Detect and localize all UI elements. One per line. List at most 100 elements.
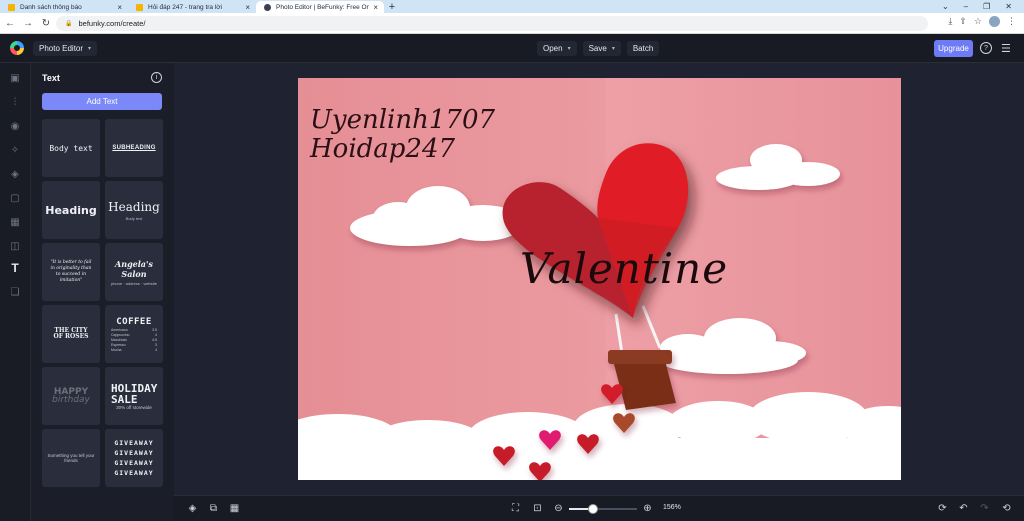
canvas-text-top[interactable]: Uyenlinh1707 Hoidap247 [310, 106, 495, 164]
address-bar-actions: ⤓ ⇪ ☆ ⋮ [948, 16, 1016, 27]
tab-title: Photo Editor | BeFunky: Free Onl [276, 3, 370, 11]
canvas-text-line-1: Uyenlinh1707 [310, 105, 496, 135]
install-icon[interactable]: ⤓ [948, 16, 952, 27]
befunky-logo-icon[interactable] [10, 41, 24, 55]
batch-button[interactable]: Batch [626, 41, 660, 56]
textures-icon[interactable]: ❏ [8, 285, 22, 299]
text-tool-icon[interactable]: T [8, 261, 22, 275]
template-label: Something you tell your friends [47, 453, 95, 463]
canvas-text-valentine[interactable]: Valentine [520, 244, 728, 293]
share-icon[interactable]: ⇪ [959, 16, 967, 27]
new-tab-icon[interactable]: + [384, 1, 400, 13]
tab-search-icon[interactable]: ⌄ [942, 2, 949, 11]
upgrade-button[interactable]: Upgrade [934, 40, 973, 57]
forward-icon[interactable]: → [20, 18, 36, 29]
template-heading-bold[interactable]: Heading [42, 181, 100, 239]
chevron-down-icon: ▾ [567, 46, 571, 52]
compare-icon[interactable]: ⧉ [207, 502, 220, 515]
reload-icon[interactable]: ↻ [38, 18, 54, 29]
zoom-slider[interactable] [569, 504, 637, 514]
bookmark-star-icon[interactable]: ☆ [974, 16, 982, 27]
back-icon[interactable]: ← [2, 18, 18, 29]
info-icon[interactable]: i [151, 72, 162, 83]
template-label: Body text [49, 143, 93, 153]
hamburger-menu-icon[interactable]: ☰ [1001, 42, 1011, 55]
adjust-sliders-icon[interactable]: ⫶ [8, 95, 22, 109]
tab-favicon-icon [8, 3, 15, 11]
frames-icon[interactable]: ▢ [8, 191, 22, 205]
template-city-of-roses[interactable]: THE CITY OF ROSES [42, 305, 100, 363]
browser-tab-1[interactable]: Danh sách thông báo × [0, 1, 128, 13]
template-subheading[interactable]: SUBHEADING [105, 119, 163, 177]
product-switcher[interactable]: Photo Editor ▾ [33, 41, 98, 56]
tab-favicon-icon [264, 3, 271, 11]
zoom-in-icon[interactable]: ⊕ [641, 502, 654, 515]
reset-icon[interactable]: ⟳ [936, 502, 949, 515]
edit-image-icon[interactable]: ▣ [8, 71, 22, 85]
canvas-text-line-2: Hoidap247 [310, 134, 456, 164]
profile-avatar[interactable] [989, 16, 1000, 27]
open-label: Open [543, 44, 563, 53]
url-field[interactable]: 🔒 befunky.com/create/ [56, 16, 928, 31]
menu-line: Cappuccino 4 [111, 332, 157, 337]
balloon-basket [608, 350, 676, 410]
window-controls: ⌄ – ❐ ✕ [942, 0, 1024, 13]
template-label: Heading [108, 199, 160, 214]
template-body-text[interactable]: Body text [42, 119, 100, 177]
template-label: birthday [52, 395, 90, 405]
layers-icon[interactable]: ◈ [186, 502, 199, 515]
panel-title: Text [42, 73, 60, 83]
tab-title: Hỏi đáp 247 - trang tra lời [148, 3, 222, 11]
browser-tab-2[interactable]: Hỏi đáp 247 - trang tra lời × [128, 1, 256, 13]
undo-icon[interactable]: ↶ [957, 502, 970, 515]
touch-up-eye-icon[interactable]: ◉ [8, 119, 22, 133]
template-small-text[interactable]: Something you tell your friends [42, 429, 100, 487]
url-text: befunky.com/create/ [78, 19, 146, 28]
zoom-out-icon[interactable]: ⊖ [552, 502, 565, 515]
artsy-palette-icon[interactable]: ◈ [8, 167, 22, 181]
tab-close-icon[interactable]: × [117, 3, 122, 12]
graphics-icon[interactable]: ▦ [8, 215, 22, 229]
add-text-button[interactable]: Add Text [42, 93, 162, 110]
template-label: OF ROSES [53, 333, 89, 340]
cloud-left [350, 186, 523, 246]
tool-rail: ▣ ⫶ ◉ ✧ ◈ ▢ ▦ ◫ T ❏ [0, 63, 31, 521]
template-sublabel: Body text [125, 215, 143, 221]
browser-tab-3[interactable]: Photo Editor | BeFunky: Free Onl × [256, 1, 384, 13]
history-icon[interactable]: ⟲ [1000, 502, 1013, 515]
actual-size-icon[interactable]: ⊡ [531, 502, 544, 515]
tab-close-icon[interactable]: × [373, 3, 378, 12]
tab-close-icon[interactable]: × [245, 3, 250, 12]
zoom-value: 156% [663, 504, 681, 511]
menu-line: Espresso 3 [111, 342, 157, 347]
template-coffee-menu[interactable]: COFFEE Americano 3.5 Cappuccino 4 Macchiat… [105, 305, 163, 363]
chevron-down-icon: ▾ [88, 46, 92, 52]
fit-screen-icon[interactable]: ⛶ [509, 502, 522, 515]
menu-line: Macchiato 4.5 [111, 337, 157, 342]
grid-view-icon[interactable]: ▦ [228, 502, 241, 515]
cloud-top-right [716, 144, 840, 190]
text-panel: Text i Add Text Body text SUBHEADING Hea… [31, 63, 174, 521]
effects-sparkle-icon[interactable]: ✧ [8, 143, 22, 157]
redo-icon[interactable]: ↷ [978, 502, 991, 515]
minimize-icon[interactable]: – [964, 2, 968, 11]
bottom-toolbar: ◈ ⧉ ▦ ⛶ ⊡ ⊖ ⊕ 156% ⟳ ↶ ↷ ⟲ [174, 495, 1024, 521]
maximize-icon[interactable]: ❐ [983, 2, 990, 11]
template-quote[interactable]: "It is better to fail in originality tha… [42, 243, 100, 301]
overlays-icon[interactable]: ◫ [8, 239, 22, 253]
template-giveaway[interactable]: GIVEAWAY GIVEAWAY GIVEAWAY GIVEAWAY [105, 429, 163, 487]
template-happy-birthday[interactable]: HAPPY birthday [42, 367, 100, 425]
close-window-icon[interactable]: ✕ [1005, 2, 1012, 11]
save-button[interactable]: Save ▾ [582, 41, 621, 56]
zoom-slider-handle[interactable] [587, 504, 598, 514]
photo-canvas[interactable]: Uyenlinh1707 Hoidap247 Valentine [298, 78, 901, 480]
open-button[interactable]: Open ▾ [537, 41, 577, 56]
template-salon[interactable]: Angela's Salon phone · address · website [105, 243, 163, 301]
browser-menu-icon[interactable]: ⋮ [1007, 16, 1016, 27]
template-holiday-sale[interactable]: HOLIDAY SALE 30% off storewide [105, 367, 163, 425]
help-icon[interactable]: ? [980, 42, 992, 54]
template-label: Heading [45, 203, 97, 217]
browser-tab-bar: Danh sách thông báo × Hỏi đáp 247 - tran… [0, 0, 1024, 13]
template-heading-serif[interactable]: Heading Body text [105, 181, 163, 239]
template-label: "It is better to fail in originality tha… [50, 260, 92, 283]
